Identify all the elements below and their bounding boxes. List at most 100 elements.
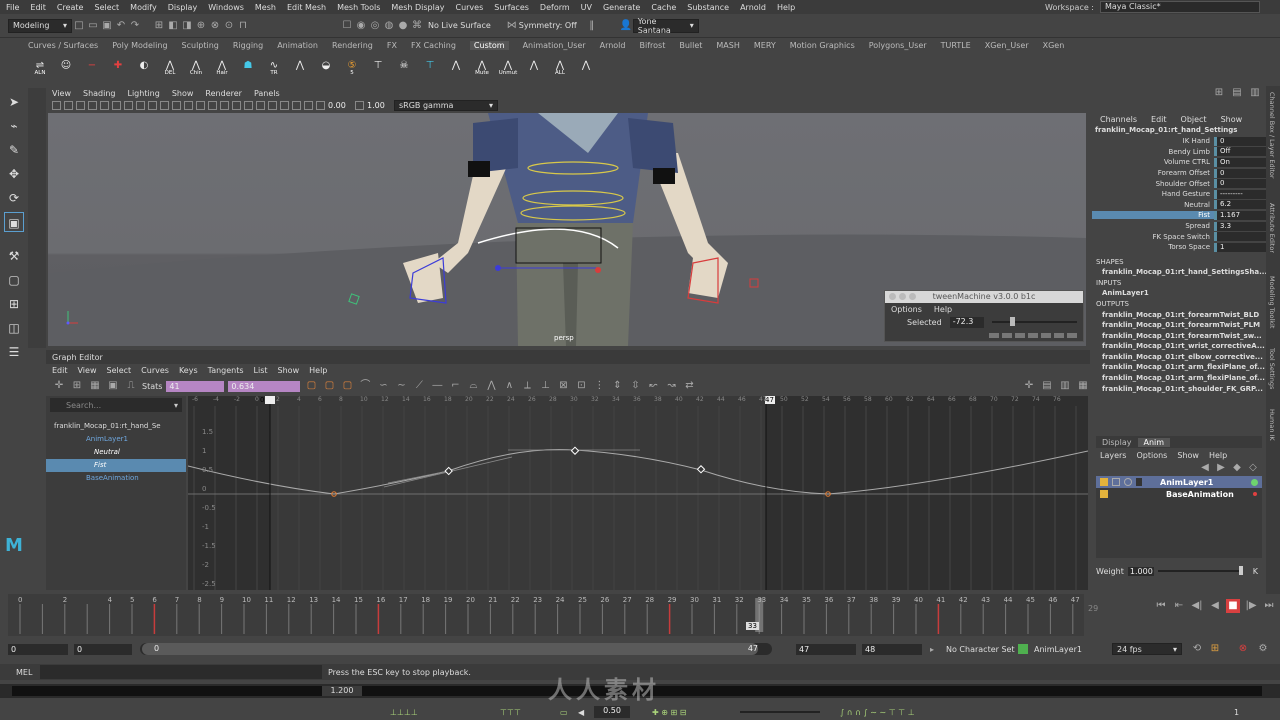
- animation-start-field[interactable]: 0: [8, 643, 68, 655]
- shelf-tab[interactable]: FX: [387, 41, 397, 50]
- resolution-gate-icon[interactable]: [124, 100, 133, 110]
- insert-key-icon[interactable]: ⊞: [70, 379, 84, 393]
- magnet-icon[interactable]: ⊓: [236, 19, 250, 33]
- preferences-icon[interactable]: ⚙: [1256, 642, 1270, 656]
- menu-edit[interactable]: Edit: [30, 3, 46, 12]
- graph-menu-select[interactable]: Select: [106, 366, 131, 375]
- side-tab[interactable]: Modeling Toolkit: [1268, 276, 1276, 328]
- attr-name[interactable]: Neutral: [1092, 201, 1214, 209]
- user-dropdown[interactable]: Yone Santana ▾: [632, 17, 699, 35]
- tween-menu-options[interactable]: Options: [891, 305, 922, 314]
- shape-node[interactable]: franklin_Mocap_01:rt_hand_SettingsSha...: [1092, 267, 1266, 278]
- shelf-tab[interactable]: MERY: [754, 41, 776, 50]
- layer-row[interactable]: AnimLayer1: [1096, 476, 1262, 488]
- attr-name[interactable]: FK Space Switch: [1092, 233, 1214, 241]
- attr-row-ik-hand[interactable]: IK Hand 0: [1092, 136, 1266, 147]
- normalize-icon[interactable]: ⇕: [610, 379, 624, 393]
- attr-name[interactable]: Bendy Limb: [1092, 148, 1214, 156]
- attr-name[interactable]: Volume CTRL: [1092, 158, 1214, 166]
- shelf-tab[interactable]: XGen_User: [985, 41, 1029, 50]
- layer-menu-help[interactable]: Help: [1209, 451, 1227, 460]
- shelf-tab[interactable]: Poly Modeling: [112, 41, 167, 50]
- move-layer-down-icon[interactable]: ▶: [1214, 461, 1228, 475]
- attr-value[interactable]: 3.3: [1214, 221, 1266, 231]
- green-tools-icon[interactable]: ✚ ⊕ ⊞ ⊟: [652, 708, 686, 717]
- tab-display[interactable]: Display: [1096, 438, 1138, 447]
- xray-icon[interactable]: [292, 100, 301, 110]
- free-weight-icon[interactable]: ⟂: [520, 379, 534, 393]
- attr-row-shoulder-offset[interactable]: Shoulder Offset 0: [1092, 178, 1266, 189]
- unify-tangent-icon[interactable]: ∧: [502, 379, 516, 393]
- shelf-tab[interactable]: Animation_User: [523, 41, 586, 50]
- attr-name[interactable]: Forearm Offset: [1092, 169, 1214, 177]
- output-node[interactable]: franklin_Mocap_01:rt_arm_flexiPlane_of..…: [1092, 362, 1266, 373]
- graph-menu-edit[interactable]: Edit: [52, 366, 68, 375]
- weight-slider-handle[interactable]: [1238, 566, 1243, 575]
- attr-row-forearm-offset[interactable]: Forearm Offset 0: [1092, 168, 1266, 179]
- snap-icon[interactable]: ▭: [560, 708, 568, 717]
- outliner-item[interactable]: AnimLayer1: [46, 433, 186, 446]
- outliner-item[interactable]: franklin_Mocap_01:rt_hand_Se: [46, 420, 186, 433]
- shelf-button-m4[interactable]: ⋀: [576, 54, 596, 76]
- shelf-tab[interactable]: Custom: [469, 41, 509, 50]
- preset-button[interactable]: [1002, 333, 1012, 338]
- graph-menu-keys[interactable]: Keys: [179, 366, 198, 375]
- key-ticks-icon[interactable]: ⋮: [592, 379, 606, 393]
- linear-tangent-icon[interactable]: ⟋: [412, 379, 426, 393]
- new-empty-layer-icon[interactable]: ◆: [1230, 461, 1244, 475]
- side-tab[interactable]: Tool Settings: [1268, 348, 1276, 389]
- shelf-tab[interactable]: Bifrost: [639, 41, 665, 50]
- graph-menu-help[interactable]: Help: [309, 366, 327, 375]
- menu-create[interactable]: Create: [57, 3, 84, 12]
- shelf-button-unmute[interactable]: ⋀ Unmut: [498, 54, 518, 77]
- curve-editor-icon[interactable]: ✛: [1022, 379, 1036, 393]
- lock-icon[interactable]: [1100, 490, 1108, 498]
- workspace-selector[interactable]: Workspace : Maya Classic*: [1045, 1, 1260, 13]
- attr-value[interactable]: ---------: [1214, 189, 1266, 199]
- attr-row-volume-ctrl[interactable]: Volume CTRL On: [1092, 157, 1266, 168]
- attr-name[interactable]: Fist: [1092, 211, 1214, 220]
- shelf-button-avatar[interactable]: ☺: [56, 54, 76, 76]
- playback-start-field[interactable]: 0: [74, 643, 132, 655]
- isolate-icon[interactable]: [280, 100, 289, 110]
- attr-name[interactable]: Torso Space: [1092, 243, 1214, 251]
- spline-tangent-icon[interactable]: ∽: [376, 379, 390, 393]
- tab-anim[interactable]: Anim: [1137, 437, 1171, 447]
- tween-slider-handle[interactable]: [1009, 317, 1015, 326]
- range-slider-fill[interactable]: [142, 643, 758, 655]
- frame-playback-icon[interactable]: ▢: [340, 379, 354, 393]
- fps-dropdown[interactable]: 24 fps ▾: [1112, 643, 1182, 655]
- character-set-label[interactable]: No Character Set: [946, 645, 1015, 654]
- output-node[interactable]: franklin_Mocap_01:rt_forearmTwist_sw...: [1092, 331, 1266, 342]
- layer-menu-options[interactable]: Options: [1136, 451, 1167, 460]
- gate-mask-icon[interactable]: [136, 100, 145, 110]
- shelf-tab[interactable]: Motion Graphics: [790, 41, 855, 50]
- ghost-icon[interactable]: [1136, 478, 1142, 486]
- shelf-tab[interactable]: Polygons_User: [869, 41, 927, 50]
- pre-infinity-icon[interactable]: ↜: [646, 379, 660, 393]
- stats-value-field[interactable]: 0.634: [228, 380, 301, 392]
- move-key-icon[interactable]: ✛: [52, 379, 66, 393]
- weight-field[interactable]: 1.000: [1127, 566, 1154, 576]
- graph-menu-curves[interactable]: Curves: [141, 366, 169, 375]
- exposure-icon[interactable]: [316, 100, 325, 110]
- shelf-tab[interactable]: Curves / Surfaces: [28, 41, 98, 50]
- viewport-menu-view[interactable]: View: [52, 89, 71, 98]
- output-node[interactable]: franklin_Mocap_01:rt_arm_flexiPlane_of..…: [1092, 373, 1266, 384]
- paint-select-icon[interactable]: ✎: [4, 140, 24, 160]
- animation-end-field[interactable]: 48: [862, 643, 922, 655]
- menu-select[interactable]: Select: [94, 3, 119, 12]
- menu-help[interactable]: Help: [777, 3, 795, 12]
- go-to-start-icon[interactable]: ⏮: [1154, 599, 1168, 613]
- scale-tool-icon[interactable]: ▣: [4, 212, 24, 232]
- shelf-button-ghost[interactable]: ☗: [238, 54, 258, 76]
- snap-grid-icon[interactable]: ⊕: [194, 19, 208, 33]
- textured-icon[interactable]: [220, 100, 229, 110]
- attr-name[interactable]: Shoulder Offset: [1092, 180, 1214, 188]
- close-icon[interactable]: [889, 293, 896, 300]
- menu-uv[interactable]: UV: [581, 3, 592, 12]
- attr-value[interactable]: 0: [1214, 136, 1266, 146]
- shelf-tab[interactable]: FX Caching: [411, 41, 456, 50]
- playback-end-field[interactable]: 47: [796, 643, 856, 655]
- snap-curve-icon[interactable]: ⊗: [208, 19, 222, 33]
